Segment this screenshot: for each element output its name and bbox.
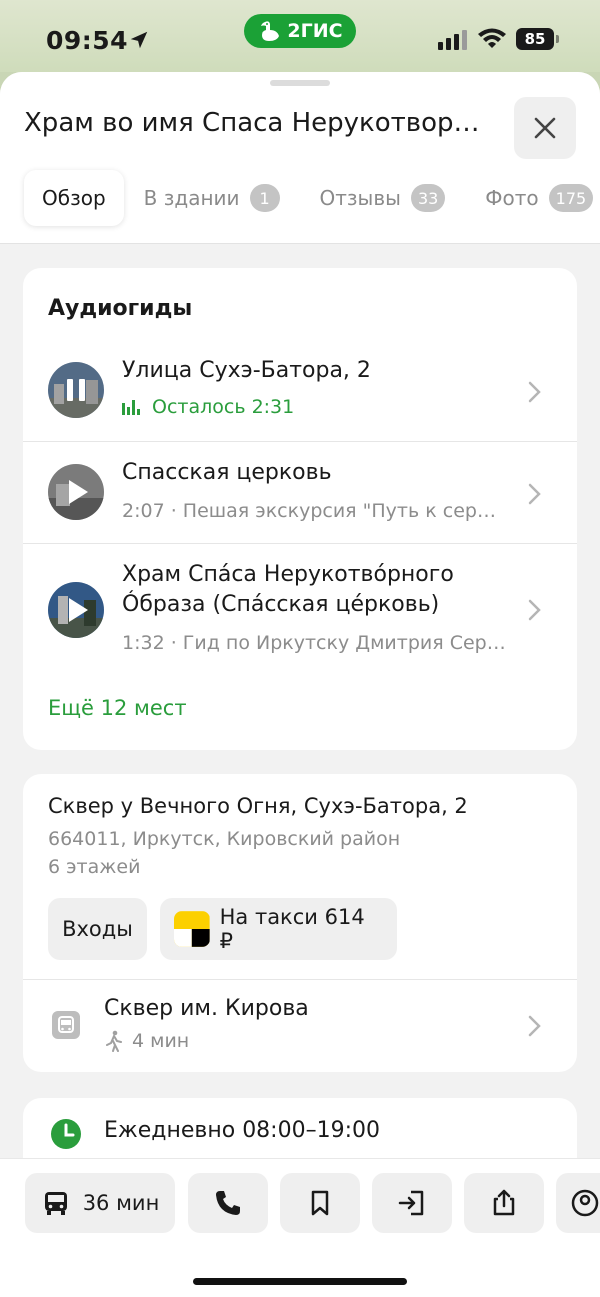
tab-count-badge: 175 (548, 184, 594, 212)
play-icon (48, 582, 104, 638)
tab-bar: Обзор В здании 1 Отзывы 33 Фото 175 (24, 170, 600, 226)
brand-label: 2ГИС (287, 20, 343, 42)
bookmark-icon (311, 1190, 329, 1216)
tab-label: В здании (143, 186, 240, 210)
status-bar: 09:54 2ГИС 85 (0, 0, 600, 72)
taxi-label: На такси 614 ₽ (219, 905, 365, 953)
chevron-right-icon (528, 1015, 541, 1037)
remaining-time: Осталось 2:31 (152, 396, 295, 418)
audioguide-item[interactable]: Улица Сухэ-Батора, 2 Осталось 2:31 (23, 340, 577, 442)
route-button[interactable]: 36 мин (25, 1173, 175, 1233)
brand-badge[interactable]: 2ГИС (244, 14, 356, 48)
tab-count-badge: 33 (410, 184, 446, 212)
chevron-right-icon (528, 483, 541, 505)
battery-level: 85 (516, 28, 554, 50)
entrances-label: Входы (62, 917, 133, 941)
location-arrow-icon (130, 31, 148, 49)
postal-address: 664011, Иркутск, Кировский район (48, 828, 401, 850)
audioguide-item[interactable]: Спасская церковь 2:07 · Пешая экскурсия … (23, 442, 577, 544)
bus-icon (44, 1192, 67, 1215)
tab-label: Отзывы (319, 186, 401, 210)
taxi-button[interactable]: На такси 614 ₽ (160, 898, 397, 960)
sheet-header: Храм во имя Спаса Нерукотворного Образа … (0, 72, 600, 244)
audioguide-subtitle: 1:32 · Гид по Иркутску Дмитрия Сергеева (122, 632, 507, 654)
tab-photos[interactable]: Фото 175 (465, 170, 600, 226)
walk-time: 4 мин (104, 1030, 189, 1052)
bus-stop-icon (52, 1011, 80, 1039)
address-line[interactable]: Сквер у Вечного Огня, Сухэ-Батора, 2 (48, 794, 468, 818)
place-sheet: Храм во имя Спаса Нерукотворного Образа … (0, 72, 600, 1297)
entrance-button[interactable] (372, 1173, 452, 1233)
route-time: 36 мин (82, 1191, 160, 1215)
tab-count-badge: 1 (249, 184, 280, 212)
tab-in-building[interactable]: В здании 1 (124, 170, 300, 226)
audioguide-thumbnail[interactable] (48, 464, 104, 520)
clock-icon (51, 1119, 81, 1149)
floors-count: 6 этажей (48, 856, 141, 878)
cellular-signal-icon (438, 30, 467, 50)
share-button[interactable] (464, 1173, 544, 1233)
tab-overview[interactable]: Обзор (24, 170, 124, 226)
section-title: Аудиогиды (48, 296, 193, 321)
audioguide-title: Улица Сухэ-Батора, 2 (122, 358, 371, 383)
tab-reviews[interactable]: Отзывы 33 (300, 170, 466, 226)
yandex-taxi-icon (174, 911, 210, 947)
profile-icon (571, 1189, 599, 1217)
audioguide-thumbnail[interactable] (48, 582, 104, 638)
close-button[interactable] (514, 97, 576, 159)
chevron-right-icon (528, 381, 541, 403)
enter-icon (398, 1190, 424, 1216)
audioguide-title: Спасская церковь (122, 460, 332, 485)
more-actions-button[interactable] (556, 1173, 600, 1233)
home-indicator[interactable] (193, 1278, 407, 1285)
audioguide-subtitle: 2:07 · Пешая экскурсия "Путь к сердцу Ир… (122, 500, 507, 522)
sheet-grabber[interactable] (270, 80, 330, 86)
equalizer-icon (122, 400, 140, 415)
bookmark-button[interactable] (280, 1173, 360, 1233)
play-icon (48, 464, 104, 520)
tab-label: Обзор (42, 186, 106, 210)
audioguide-title: Храм Спáса Нерукотвóрного Óбраза (Спáсск… (122, 562, 454, 617)
nearest-stop[interactable]: Сквер им. Кирова (104, 996, 309, 1021)
tab-label: Фото (485, 186, 539, 210)
bottom-action-bar: 36 мин (0, 1158, 600, 1297)
status-time: 09:54 (46, 26, 129, 55)
opening-hours: Ежедневно 08:00–19:00 (104, 1118, 380, 1143)
audioguide-remaining: Осталось 2:31 (122, 396, 507, 418)
chevron-right-icon (528, 599, 541, 621)
wifi-icon (478, 28, 506, 48)
place-title: Храм во имя Спаса Нерукотворного Образа (24, 108, 494, 138)
share-icon (493, 1189, 515, 1216)
close-icon (534, 117, 556, 139)
walk-minutes: 4 мин (132, 1030, 190, 1052)
phone-icon (216, 1191, 240, 1215)
call-button[interactable] (188, 1173, 268, 1233)
audioguides-card: Аудиогиды Улица Сухэ-Батора, 2 Осталось … (23, 268, 577, 750)
walking-person-icon (106, 1030, 122, 1052)
audioguide-thumbnail[interactable] (48, 362, 104, 418)
address-card: Сквер у Вечного Огня, Сухэ-Батора, 2 664… (23, 774, 577, 1072)
entrances-button[interactable]: Входы (48, 898, 147, 960)
more-audioguides-link[interactable]: Ещё 12 мест (48, 696, 187, 720)
goose-logo-icon (261, 21, 280, 41)
pause-icon (48, 362, 104, 418)
audioguide-item[interactable]: Храм Спáса Нерукотвóрного Óбраза (Спáсск… (23, 544, 577, 674)
battery-icon: 85 (516, 28, 560, 50)
divider (23, 979, 577, 980)
